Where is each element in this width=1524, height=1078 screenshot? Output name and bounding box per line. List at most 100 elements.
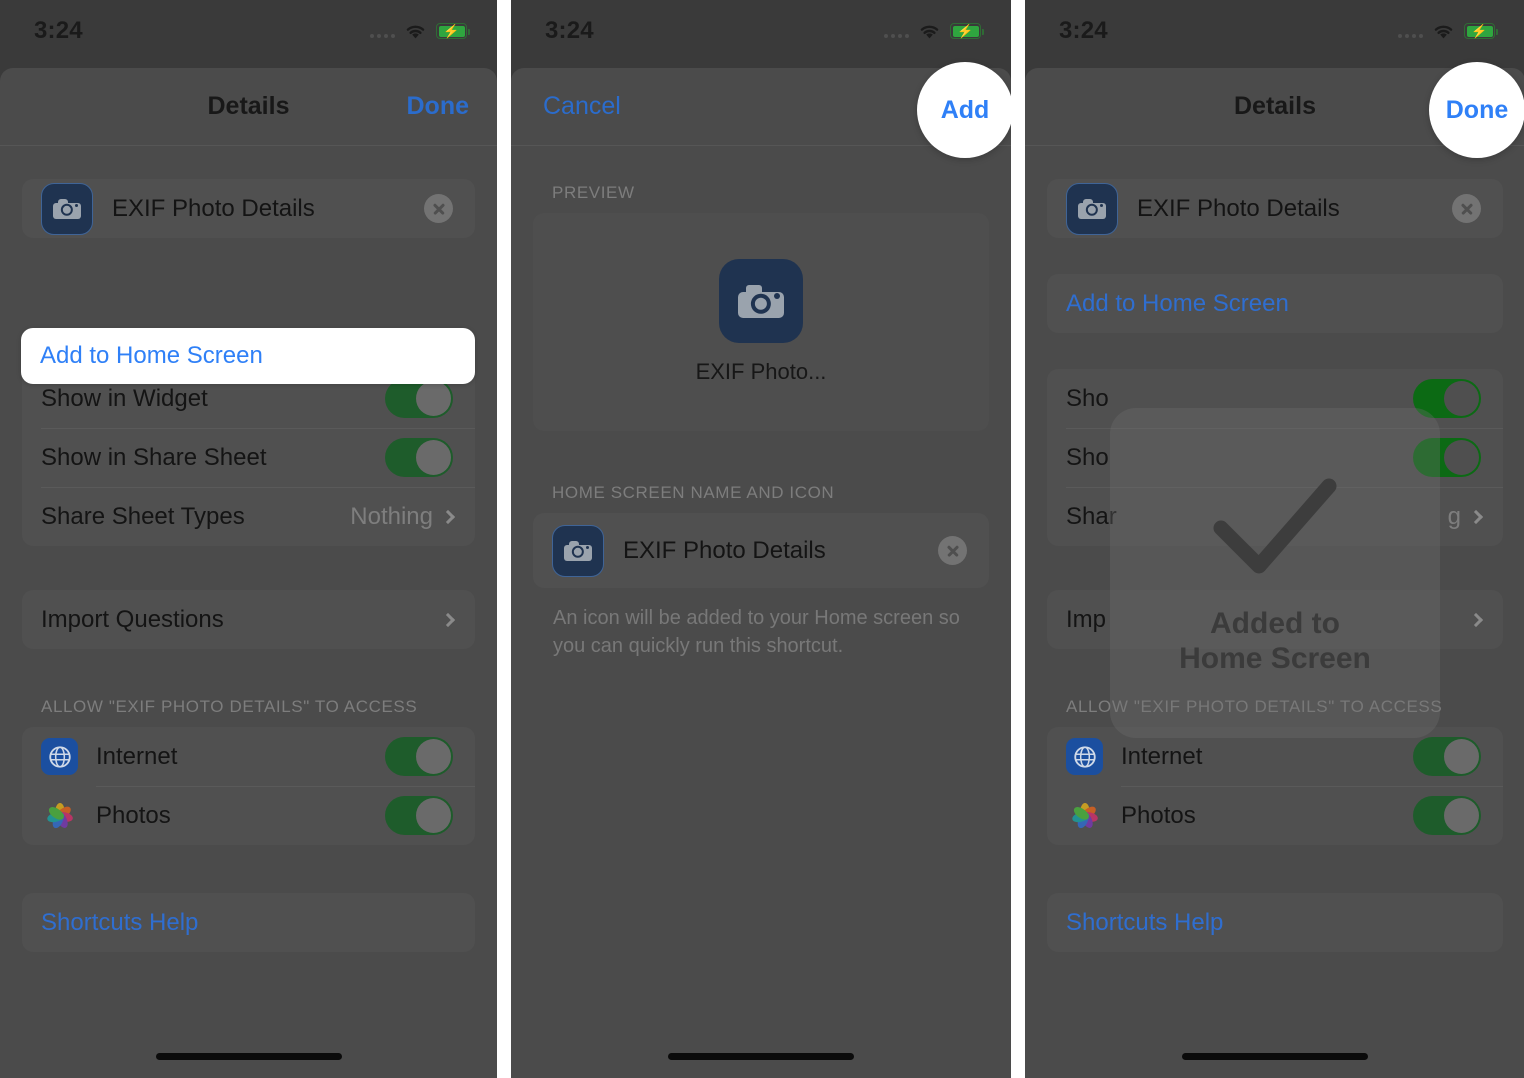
- row-label: Show in Share Sheet: [41, 443, 267, 471]
- row-add-to-home-screen[interactable]: Add to Home Screen: [1047, 274, 1503, 333]
- camera-icon: [1066, 182, 1118, 235]
- row-label: Internet: [96, 742, 178, 770]
- globe-icon: [1066, 738, 1103, 775]
- sheet-navbar: Details Done: [0, 68, 497, 146]
- highlight-add-to-home-screen[interactable]: Add to Home Screen: [21, 328, 475, 384]
- row-show-in-share-sheet[interactable]: Show in Share Sheet: [22, 428, 475, 487]
- row-photos[interactable]: Photos: [22, 786, 475, 845]
- status-bar-indicators: ⚡: [370, 23, 471, 40]
- camera-icon: [41, 182, 93, 235]
- row-value: g: [1447, 502, 1461, 530]
- chevron-right-icon: [440, 612, 456, 627]
- shortcuts-help-link: Shortcuts Help: [1066, 908, 1224, 936]
- help-group: Shortcuts Help: [22, 893, 475, 952]
- photos-icon: [41, 797, 78, 834]
- status-bar-time: 3:24: [1059, 17, 1108, 44]
- row-shortcuts-help[interactable]: Shortcuts Help: [22, 893, 475, 952]
- row-label: Import Questions: [41, 605, 224, 633]
- status-bar: 3:24 ⚡: [1025, 0, 1524, 62]
- details-sheet: Details EXIF Photo Details Add to Home S…: [1025, 68, 1524, 1078]
- settings-scroll-area[interactable]: EXIF Photo Details Show in Widget Show i…: [0, 147, 497, 1078]
- toggle-show-in-share-sheet[interactable]: [385, 438, 453, 477]
- status-bar-indicators: ⚡: [884, 23, 985, 40]
- home-screen-name-row[interactable]: EXIF Photo Details: [533, 513, 989, 588]
- three-panel-tutorial: 3:24 ⚡ Details Done EXIF Photo Details S…: [0, 0, 1524, 1078]
- status-bar-time: 3:24: [34, 17, 83, 44]
- access-group: Internet Photos: [22, 727, 475, 845]
- access-group: Internet Photos: [1047, 727, 1503, 845]
- add-to-home-screen-sheet: Cancel PREVIEW EXIF Photo... HOME SCREEN…: [511, 68, 1011, 1078]
- home-screen-name-input[interactable]: EXIF Photo Details: [623, 537, 938, 565]
- clear-icon[interactable]: [1452, 194, 1481, 223]
- highlight-done-button[interactable]: Done: [1429, 62, 1524, 158]
- access-section-header: ALLOW "EXIF PHOTO DETAILS" TO ACCESS: [41, 697, 418, 716]
- status-bar: 3:24 ⚡: [511, 0, 1011, 62]
- add-button-label: Add: [940, 95, 990, 124]
- toggle-internet[interactable]: [385, 737, 453, 776]
- home-indicator: [668, 1053, 854, 1060]
- shortcuts-help-link: Shortcuts Help: [41, 908, 199, 936]
- shortcut-name-row[interactable]: EXIF Photo Details: [1047, 179, 1503, 238]
- phone-panel-2: 3:24 ⚡ Cancel PREVIEW EXIF Photo... HOME…: [511, 0, 1011, 1078]
- battery-charging-icon: ⚡: [436, 23, 471, 39]
- globe-icon: [41, 738, 78, 775]
- wifi-icon: [406, 25, 425, 38]
- row-internet[interactable]: Internet: [22, 727, 475, 786]
- status-bar-indicators: ⚡: [1398, 23, 1499, 40]
- preview-app-label: EXIF Photo...: [695, 359, 827, 384]
- phone-panel-3: 3:24 ⚡ Details EXIF Photo Details Add to…: [1025, 0, 1524, 1078]
- cellular-dots-icon: [1398, 25, 1423, 38]
- wifi-icon: [920, 25, 939, 38]
- battery-charging-icon: ⚡: [950, 23, 985, 39]
- row-import-questions[interactable]: Import Questions: [22, 590, 475, 649]
- shortcut-name-label: EXIF Photo Details: [1137, 194, 1340, 222]
- row-photos[interactable]: Photos: [1047, 786, 1503, 845]
- add-to-home-screen-label: Add to Home Screen: [40, 342, 263, 369]
- cancel-button[interactable]: Cancel: [543, 92, 621, 121]
- battery-charging-icon: ⚡: [1464, 23, 1499, 39]
- shortcut-name-label: EXIF Photo Details: [112, 194, 315, 222]
- phone-panel-1: 3:24 ⚡ Details Done EXIF Photo Details S…: [0, 0, 497, 1078]
- toggle-show-in-widget[interactable]: [385, 379, 453, 418]
- cellular-dots-icon: [884, 25, 909, 38]
- toggle-photos[interactable]: [385, 796, 453, 835]
- row-label: Photos: [96, 801, 171, 829]
- hud-line-1: Added to: [1210, 606, 1340, 640]
- clear-icon[interactable]: [938, 536, 967, 565]
- preview-card: EXIF Photo...: [533, 213, 989, 431]
- import-questions-group: Import Questions: [22, 590, 475, 649]
- add-home-screen-group: Add to Home Screen: [1047, 274, 1503, 333]
- settings-group: Show in Widget Show in Share Sheet Share…: [22, 369, 475, 546]
- highlight-add-button[interactable]: Add: [917, 62, 1011, 158]
- row-label: Share Sheet Types: [41, 502, 245, 530]
- shortcut-name-group: EXIF Photo Details: [22, 179, 475, 238]
- sheet-scroll-area[interactable]: PREVIEW EXIF Photo... HOME SCREEN NAME A…: [511, 147, 1011, 1078]
- row-label: Show in Widget: [41, 384, 208, 412]
- done-button[interactable]: Done: [407, 92, 470, 121]
- camera-icon: [719, 259, 803, 343]
- row-label: Photos: [1121, 801, 1196, 829]
- name-and-icon-group: EXIF Photo Details: [533, 513, 989, 588]
- hud-line-2: Home Screen: [1179, 642, 1371, 675]
- checkmark-icon: [1213, 478, 1337, 574]
- wifi-icon: [1434, 25, 1453, 38]
- toggle-photos[interactable]: [1413, 796, 1481, 835]
- camera-icon[interactable]: [552, 524, 604, 577]
- row-label: Internet: [1121, 742, 1203, 770]
- hud-message: Added to Home Screen: [1179, 606, 1371, 676]
- chevron-right-icon: [1468, 509, 1484, 524]
- done-button-label: Done: [1445, 95, 1509, 124]
- help-group: Shortcuts Help: [1047, 893, 1503, 952]
- status-bar: 3:24 ⚡: [0, 0, 497, 62]
- row-shortcuts-help[interactable]: Shortcuts Help: [1047, 893, 1503, 952]
- photos-icon: [1066, 797, 1103, 834]
- row-share-sheet-types[interactable]: Share Sheet Types Nothing: [22, 487, 475, 546]
- footnote-text: An icon will be added to your Home scree…: [553, 607, 960, 657]
- shortcut-name-row[interactable]: EXIF Photo Details: [22, 179, 475, 238]
- shortcut-name-group: EXIF Photo Details: [1047, 179, 1503, 238]
- details-sheet: Details Done EXIF Photo Details Show in …: [0, 68, 497, 1078]
- toggle-internet[interactable]: [1413, 737, 1481, 776]
- added-to-home-screen-hud: Added to Home Screen: [1110, 408, 1440, 738]
- home-indicator: [155, 1053, 342, 1060]
- clear-icon[interactable]: [424, 194, 453, 223]
